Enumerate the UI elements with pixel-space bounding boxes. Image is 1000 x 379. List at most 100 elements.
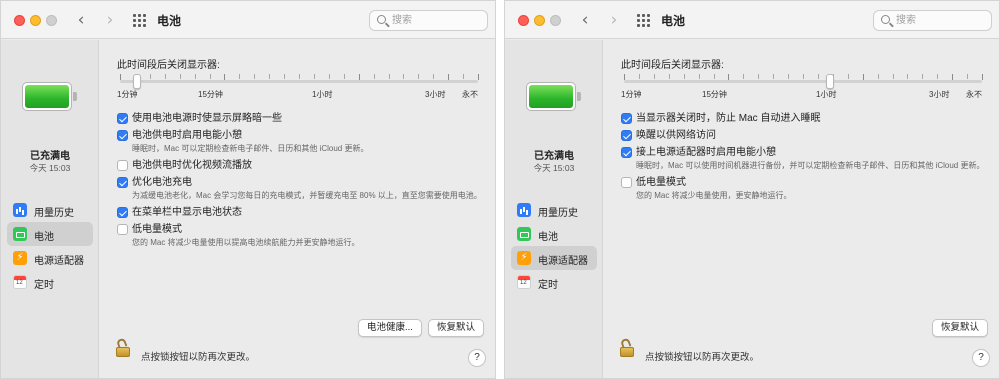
sidebar-item-label: 电池 bbox=[538, 232, 558, 243]
option-low-power-mode[interactable]: 低电量模式 您的 Mac 将减少电量使用，更安静地运行。 bbox=[621, 176, 991, 202]
scale-label: 永不 bbox=[462, 90, 478, 99]
option-label: 优化电池充电 bbox=[132, 177, 192, 188]
option-optimized-charging[interactable]: 优化电池充电为减缓电池老化，Mac 会学习您每日的充电模式，并暂缓充电至 80%… bbox=[117, 176, 487, 202]
power-adapter-icon: ⚡ bbox=[13, 251, 27, 265]
zoom-button[interactable] bbox=[550, 15, 561, 26]
search-input[interactable] bbox=[896, 13, 986, 28]
minimize-button[interactable] bbox=[30, 15, 41, 26]
sidebar-nav: 用量历史 电池 ⚡ 电源适配器 定时 bbox=[511, 198, 597, 294]
search-input[interactable] bbox=[392, 13, 482, 28]
sidebar-item-schedule[interactable]: 定时 bbox=[7, 270, 93, 294]
option-power-nap-adapter[interactable]: 接上电源适配器时启用电能小憩 睡眠时，Mac 可以使用时间机器进行备份，并可以定期… bbox=[621, 146, 991, 172]
slider-tick bbox=[374, 74, 375, 79]
window-title: 电池 bbox=[661, 14, 686, 28]
battery-icon bbox=[13, 227, 27, 241]
scale-label: 1分钟 bbox=[117, 90, 138, 99]
sidebar-item-power-adapter[interactable]: ⚡ 电源适配器 bbox=[7, 246, 93, 270]
search-field[interactable] bbox=[873, 10, 992, 31]
help-button[interactable]: ? bbox=[468, 349, 486, 367]
checkbox[interactable] bbox=[117, 177, 128, 188]
option-label: 电池供电时启用电能小憩 bbox=[132, 130, 242, 141]
back-chevron-icon[interactable]: ‹ bbox=[72, 10, 90, 30]
slider-tick bbox=[195, 74, 196, 79]
checkbox[interactable] bbox=[117, 130, 128, 141]
option-label: 使用电池电源时使显示屏略暗一些 bbox=[132, 113, 282, 124]
option-dim-display[interactable]: 使用电池电源时使显示屏略暗一些 bbox=[117, 112, 487, 125]
slider-tick bbox=[684, 74, 685, 79]
option-wake-network[interactable]: 唤醒以供网络访问 bbox=[621, 129, 991, 142]
slider-knob[interactable] bbox=[133, 74, 141, 89]
sidebar-item-label: 定时 bbox=[34, 280, 54, 291]
sidebar-item-battery[interactable]: 电池 bbox=[511, 222, 597, 246]
battery-health-button[interactable]: 电池健康... bbox=[358, 319, 422, 337]
close-button[interactable] bbox=[14, 15, 25, 26]
option-low-power-mode[interactable]: 低电量模式 您的 Mac 将减少电量使用以提高电池续航能力并更安静地运行。 bbox=[117, 223, 487, 249]
checkbox[interactable] bbox=[621, 147, 632, 158]
battery-prefs-window-battery: ‹ › 电池 已充满电 今天 15:03 用量历史 电池 ⚡ 电源适配器 定时 此… bbox=[0, 0, 496, 379]
battery-prefs-window-power-adapter: ‹ › 电池 已充满电 今天 15:03 用量历史 电池 ⚡ 电源适配器 定时 此… bbox=[504, 0, 1000, 379]
forward-chevron-icon[interactable]: › bbox=[605, 10, 623, 30]
search-field[interactable] bbox=[369, 10, 488, 31]
battery-level-icon bbox=[526, 82, 581, 111]
zoom-button[interactable] bbox=[46, 15, 57, 26]
option-label: 接上电源适配器时启用电能小憩 bbox=[636, 147, 776, 158]
lock-icon[interactable] bbox=[619, 337, 634, 357]
sidebar-item-usage-history[interactable]: 用量历史 bbox=[511, 198, 597, 222]
checkbox[interactable] bbox=[117, 224, 128, 235]
sidebar: 已充满电 今天 15:03 用量历史 电池 ⚡ 电源适配器 定时 bbox=[1, 40, 99, 378]
slider-tick bbox=[418, 74, 419, 79]
battery-icon bbox=[517, 227, 531, 241]
display-off-slider[interactable] bbox=[624, 74, 983, 89]
sidebar-item-power-adapter[interactable]: ⚡ 电源适配器 bbox=[511, 246, 597, 270]
sidebar-item-battery[interactable]: 电池 bbox=[7, 222, 93, 246]
search-icon bbox=[377, 15, 386, 24]
scale-label: 1小时 bbox=[816, 90, 837, 99]
sidebar-item-usage-history[interactable]: 用量历史 bbox=[7, 198, 93, 222]
checkbox[interactable] bbox=[621, 130, 632, 141]
option-desc: 您的 Mac 将减少电量使用以提高电池续航能力并更安静地运行。 bbox=[132, 238, 360, 247]
scale-label: 永不 bbox=[966, 90, 982, 99]
main-panel: 此时间段后关闭显示器: 1分钟 15分钟 1小时 3小时 永不 当显示器关闭时，… bbox=[604, 40, 999, 378]
restore-defaults-button[interactable]: 恢复默认 bbox=[932, 319, 988, 337]
minimize-button[interactable] bbox=[534, 15, 545, 26]
checkbox[interactable] bbox=[117, 113, 128, 124]
checkbox[interactable] bbox=[117, 207, 128, 218]
slider-tick bbox=[743, 74, 744, 79]
option-prevent-sleep[interactable]: 当显示器关闭时，防止 Mac 自动进入睡眠 bbox=[621, 112, 991, 125]
checkbox[interactable] bbox=[117, 160, 128, 171]
slider-knob[interactable] bbox=[826, 74, 834, 89]
show-all-grid-icon[interactable] bbox=[133, 14, 146, 27]
checkbox[interactable] bbox=[621, 113, 632, 124]
slider-tick bbox=[403, 74, 404, 79]
slider-track bbox=[624, 80, 982, 83]
lock-icon[interactable] bbox=[115, 337, 130, 357]
option-power-nap[interactable]: 电池供电时启用电能小憩 睡眠时，Mac 可以定期检查新电子邮件、日历和其他 iCl… bbox=[117, 129, 487, 155]
sidebar-item-label: 用量历史 bbox=[34, 208, 74, 219]
slider-tick bbox=[714, 74, 715, 79]
display-off-slider[interactable] bbox=[120, 74, 479, 89]
close-button[interactable] bbox=[518, 15, 529, 26]
slider-tick bbox=[284, 74, 285, 79]
help-button[interactable]: ? bbox=[972, 349, 990, 367]
slider-tick bbox=[878, 74, 879, 79]
forward-chevron-icon[interactable]: › bbox=[101, 10, 119, 30]
search-icon bbox=[881, 15, 890, 24]
slider-tick bbox=[654, 74, 655, 79]
lock-text: 点按锁按钮以防再次更改。 bbox=[141, 352, 256, 363]
slider-tick bbox=[773, 74, 774, 79]
option-menubar-status[interactable]: 在菜单栏中显示电池状态 bbox=[117, 206, 487, 219]
show-all-grid-icon[interactable] bbox=[637, 14, 650, 27]
sidebar-item-schedule[interactable]: 定时 bbox=[511, 270, 597, 294]
slider-tick bbox=[818, 74, 819, 79]
back-chevron-icon[interactable]: ‹ bbox=[576, 10, 594, 30]
sidebar-item-label: 定时 bbox=[538, 280, 558, 291]
slider-tick bbox=[239, 74, 240, 79]
options-list: 使用电池电源时使显示屏略暗一些 电池供电时启用电能小憩 睡眠时，Mac 可以定期检… bbox=[117, 112, 487, 253]
restore-defaults-button[interactable]: 恢复默认 bbox=[428, 319, 484, 337]
option-optimize-video[interactable]: 电池供电时优化视频流播放 bbox=[117, 159, 487, 172]
usage-history-icon bbox=[517, 203, 531, 217]
option-desc: 为减缓电池老化，Mac 会学习您每日的充电模式，并暂缓充电至 80% 以上，直至… bbox=[132, 191, 482, 200]
checkbox[interactable] bbox=[621, 177, 632, 188]
charge-time: 今天 15:03 bbox=[29, 163, 71, 173]
slider-tick bbox=[848, 74, 849, 79]
